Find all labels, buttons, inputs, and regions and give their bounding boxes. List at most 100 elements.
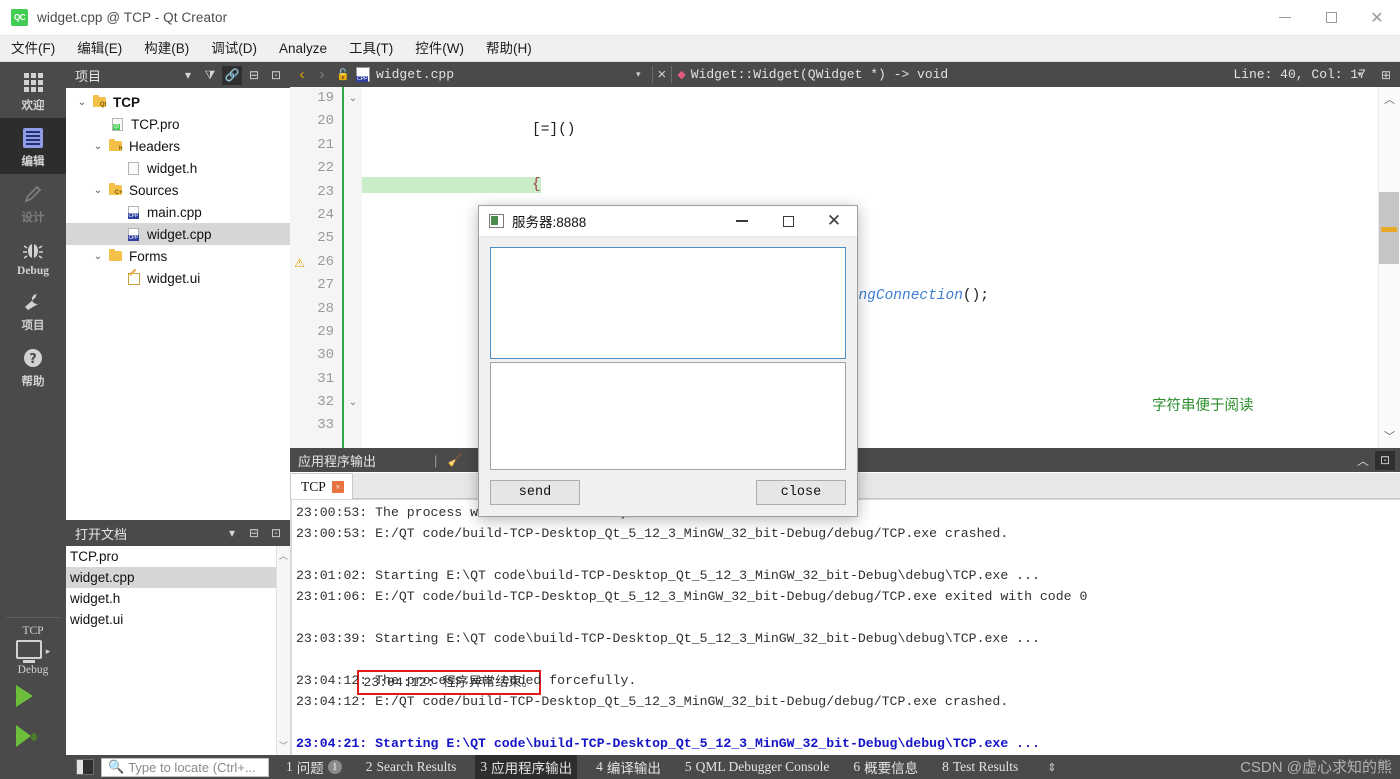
open-documents-tools: ▾ ⊟ ⊡ <box>222 524 290 543</box>
tree-item-widget-ui[interactable]: widget.ui <box>66 267 290 289</box>
output-line: 23:04:12: E:/QT code/build-TCP-Desktop_Q… <box>296 694 1009 709</box>
send-textarea[interactable] <box>490 362 846 470</box>
tree-item-widget-h[interactable]: widget.h <box>66 157 290 179</box>
menu-analyze[interactable]: Analyze <box>268 37 338 61</box>
status-item-label: Search Results <box>376 759 457 774</box>
target-selector-button[interactable]: ▸ <box>0 640 66 663</box>
chevron-expanded-icon[interactable]: ⌄ <box>90 141 106 152</box>
status-item-qml-debugger-console[interactable]: 5 QML Debugger Console <box>680 757 834 777</box>
pane-size-handle-icon[interactable]: ⇕ <box>1047 761 1056 774</box>
tree-item-tcp[interactable]: ⌄ Qt TCP <box>66 91 290 113</box>
mode-projects[interactable]: 项目 <box>0 282 66 338</box>
maximize-button[interactable] <box>1308 0 1354 36</box>
ui-file-icon <box>124 272 142 285</box>
scroll-down-icon[interactable]: ﹀ <box>279 739 288 752</box>
menu-help[interactable]: 帮助(H) <box>475 37 543 61</box>
chevron-down-icon[interactable]: ▾ <box>222 524 242 543</box>
mode-help[interactable]: ? 帮助 <box>0 338 66 394</box>
fold-chevron-icon[interactable]: ⌄ <box>344 87 362 110</box>
chevron-down-icon[interactable]: ▾ <box>630 69 647 80</box>
chevron-expanded-icon[interactable]: ⌄ <box>90 251 106 262</box>
line-number: 20 <box>317 113 334 130</box>
split-icon[interactable]: ⊟ <box>244 66 264 85</box>
mode-design[interactable]: 设计 <box>0 174 66 230</box>
tree-item-sources[interactable]: ⌄ C+ Sources <box>66 179 290 201</box>
chevron-down-icon-2[interactable]: ▾ <box>1351 69 1368 80</box>
filter-icon[interactable]: ⧩ <box>200 66 220 85</box>
chevron-expanded-icon[interactable]: ⌄ <box>74 97 90 108</box>
status-item-test-results[interactable]: 8 Test Results <box>937 757 1023 777</box>
open-documents-scrollbar[interactable]: ︿ ﹀ <box>276 546 290 755</box>
status-item-general-messages[interactable]: 6 概要信息 <box>848 755 923 779</box>
project-panel-tools: ▾ ⧩ 🔗 ⊟ ⊡ <box>178 65 290 85</box>
project-tree-body[interactable]: ⌄ Qt TCP Qt TCP.pro ⌄ h Headers widget.h… <box>66 88 290 520</box>
open-documents-list[interactable]: TCP.pro widget.cpp widget.h widget.ui ︿ … <box>66 546 290 755</box>
split-icon[interactable]: ⊞ <box>1376 65 1396 84</box>
server-dialog-window[interactable]: 服务器:8888 ✕ send close <box>478 205 858 517</box>
output-line: 23:04:12: The process was ended forceful… <box>296 673 637 688</box>
run-button[interactable] <box>0 676 66 716</box>
chevron-expanded-icon[interactable]: ⌄ <box>90 185 106 196</box>
mode-welcome[interactable]: 欢迎 <box>0 62 66 118</box>
receive-textarea[interactable] <box>490 247 846 359</box>
forward-arrow-icon[interactable]: › <box>312 66 332 83</box>
open-documents-title: 打开文档 <box>75 526 128 542</box>
close-button[interactable]: ✕ <box>1354 0 1400 36</box>
menu-tools[interactable]: 工具(T) <box>338 37 404 61</box>
open-doc-widget-ui[interactable]: widget.ui <box>66 609 290 630</box>
fold-chevron-icon[interactable]: ⌄ <box>344 391 362 414</box>
menu-bar: 文件(F) 编辑(E) 构建(B) 调试(D) Analyze 工具(T) 控件… <box>0 36 1400 62</box>
tree-item-label: main.cpp <box>147 204 202 220</box>
unlock-icon[interactable]: 🔓 <box>332 68 354 81</box>
close-tab-icon[interactable]: × <box>331 480 344 493</box>
status-item-compile-output[interactable]: 4 编译输出 <box>591 755 666 779</box>
status-item-application-output[interactable]: 3 应用程序输出 <box>475 755 578 779</box>
back-arrow-icon[interactable]: ‹ <box>292 66 312 83</box>
status-item-search-results[interactable]: 2 Search Results <box>361 757 462 777</box>
output-log[interactable]: 23:00:53: The process was ended forceful… <box>290 500 1400 755</box>
open-doc-widget-h[interactable]: widget.h <box>66 588 290 609</box>
scroll-up-icon[interactable]: ︿ <box>279 549 288 562</box>
status-item-issues[interactable]: 1 问题 1 <box>281 755 347 779</box>
link-icon[interactable]: 🔗 <box>222 65 242 85</box>
collapse-icon[interactable]: ︿ <box>1353 451 1373 470</box>
chevron-down-icon[interactable]: ▾ <box>178 66 198 85</box>
mode-edit[interactable]: 编辑 <box>0 118 66 174</box>
split-icon[interactable]: ⊟ <box>244 524 264 543</box>
scroll-up-icon[interactable]: ︿ <box>1384 91 1395 107</box>
dialog-minimize-button[interactable] <box>719 206 765 237</box>
sidebar-toggle-icon[interactable] <box>76 759 94 775</box>
editor-vertical-scrollbar[interactable]: ︿ ﹀ <box>1378 87 1400 448</box>
minimize-button[interactable] <box>1262 0 1308 36</box>
menu-edit[interactable]: 编辑(E) <box>66 37 133 61</box>
tree-item-widget-cpp[interactable]: CPP widget.cpp <box>66 223 290 245</box>
editor-symbol-selector[interactable]: Widget::Widget(QWidget *) -> void <box>691 67 948 82</box>
dialog-maximize-button[interactable] <box>765 206 811 237</box>
open-doc-tcp-pro[interactable]: TCP.pro <box>66 546 290 567</box>
menu-build[interactable]: 构建(B) <box>133 37 200 61</box>
output-line-blank <box>292 607 1400 628</box>
tree-item-tcp-pro[interactable]: Qt TCP.pro <box>66 113 290 135</box>
mode-debug[interactable]: Debug <box>0 230 66 282</box>
tree-item-headers[interactable]: ⌄ h Headers <box>66 135 290 157</box>
send-button[interactable]: send <box>490 480 580 505</box>
debug-button[interactable] <box>0 716 66 756</box>
close-panel-icon[interactable]: ⊡ <box>266 524 286 543</box>
output-tab-tcp[interactable]: TCP × <box>290 473 353 499</box>
scroll-down-icon[interactable]: ﹀ <box>1384 428 1395 444</box>
open-doc-widget-cpp[interactable]: widget.cpp <box>66 567 290 588</box>
warning-marker-icon[interactable]: ⚠ <box>293 257 306 270</box>
close-document-button[interactable]: × <box>658 66 667 83</box>
dialog-close-button[interactable]: ✕ <box>811 206 857 237</box>
menu-file[interactable]: 文件(F) <box>0 37 66 61</box>
tree-item-main-cpp[interactable]: CPP main.cpp <box>66 201 290 223</box>
tree-item-forms[interactable]: ⌄ Forms <box>66 245 290 267</box>
locator-input[interactable]: 🔍 Type to locate (Ctrl+... <box>101 757 269 777</box>
close-panel-icon[interactable]: ⊡ <box>266 66 286 85</box>
clear-icon[interactable]: 🧹 <box>445 451 465 470</box>
close-button[interactable]: close <box>756 480 846 505</box>
maximize-pane-icon[interactable]: ⊡ <box>1375 450 1395 470</box>
editor-filename[interactable]: widget.cpp <box>376 67 454 82</box>
menu-debug[interactable]: 调试(D) <box>200 37 268 61</box>
menu-widgets[interactable]: 控件(W) <box>404 37 475 61</box>
